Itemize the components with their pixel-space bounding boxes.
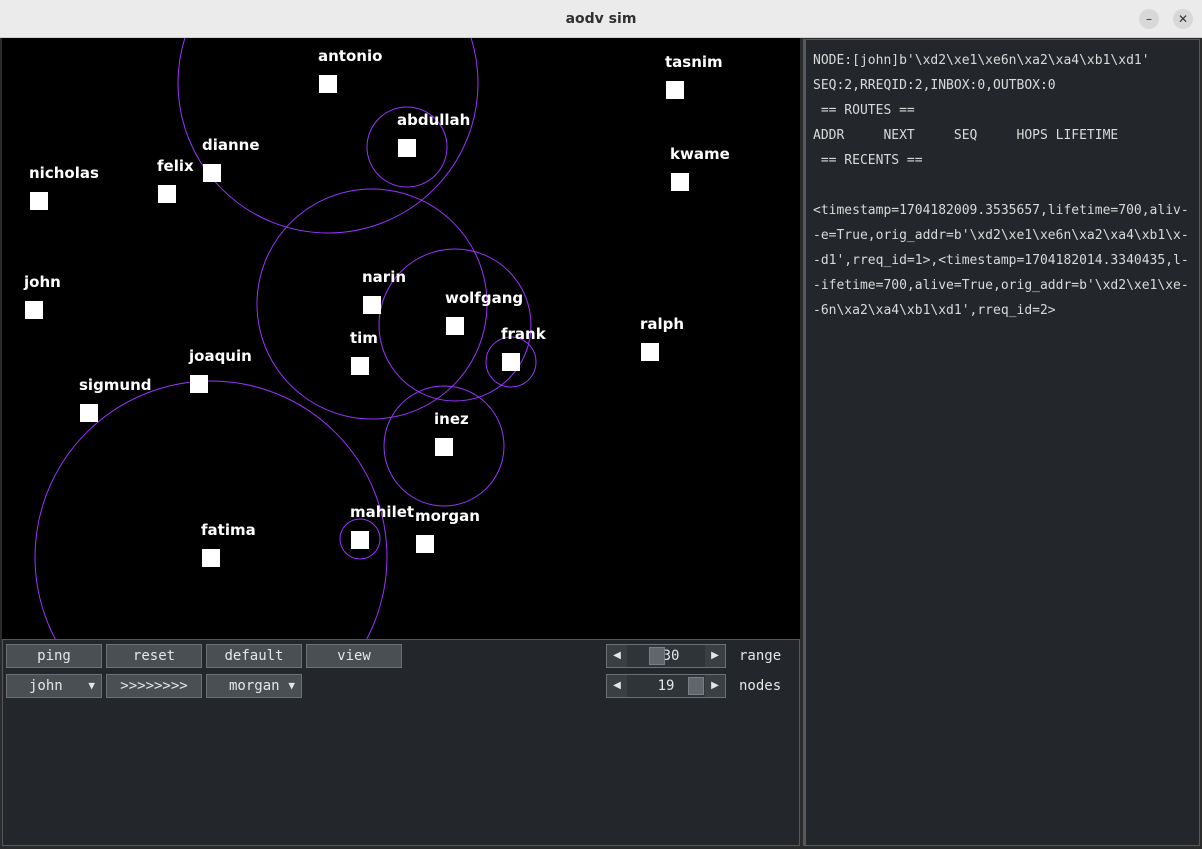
node-marker[interactable] (30, 192, 48, 210)
dest-node-select[interactable]: morgan ▼ (206, 674, 302, 698)
source-node-value: john (29, 678, 63, 694)
chevron-down-icon: ▼ (88, 679, 95, 692)
node-marker[interactable] (641, 343, 659, 361)
node-label: ralph (640, 315, 685, 333)
node-label: wolfgang (445, 289, 524, 307)
node-header: NODE:[john]b'\xd2\xe1\xe6n\xa2\xa4\xb1\x… (813, 53, 1150, 68)
node-marker[interactable] (398, 139, 416, 157)
routes-heading: == ROUTES == (813, 103, 915, 118)
minimize-icon[interactable]: – (1139, 9, 1159, 29)
node-marker[interactable] (190, 375, 208, 393)
range-slider[interactable]: ◀ 30 ▶ (606, 644, 726, 668)
dest-node-value: morgan (229, 678, 280, 694)
nodes-track[interactable]: 19 (627, 675, 705, 697)
window-title: aodv sim (565, 11, 637, 27)
close-icon[interactable]: ✕ (1173, 9, 1193, 29)
node-marker[interactable] (446, 317, 464, 335)
node-marker[interactable] (435, 438, 453, 456)
node-marker[interactable] (416, 535, 434, 553)
arrow-right-icon[interactable]: ▶ (705, 645, 725, 667)
nodes-slider[interactable]: ◀ 19 ▶ (606, 674, 726, 698)
node-label: frank (501, 325, 546, 343)
controls-panel: ping reset default view john ▼ >>>>>>>> … (2, 639, 800, 846)
node-marker[interactable] (666, 81, 684, 99)
nodes-thumb[interactable] (688, 677, 704, 695)
node-label: tim (350, 329, 378, 347)
node-marker[interactable] (363, 296, 381, 314)
node-info-panel: NODE:[john]b'\xd2\xe1\xe6n\xa2\xa4\xb1\x… (803, 39, 1200, 846)
node-stats: SEQ:2,RREQID:2,INBOX:0,OUTBOX:0 (813, 78, 1056, 93)
ping-button[interactable]: ping (6, 644, 102, 668)
node-label: kwame (670, 145, 730, 163)
arrow-left-icon[interactable]: ◀ (607, 675, 627, 697)
node-marker[interactable] (203, 164, 221, 182)
send-button[interactable]: >>>>>>>> (106, 674, 202, 698)
node-label: morgan (415, 507, 480, 525)
node-marker[interactable] (671, 173, 689, 191)
range-value: 30 (662, 648, 680, 664)
node-label: mahilet (350, 503, 415, 521)
default-button[interactable]: default (206, 644, 302, 668)
node-label: john (24, 273, 61, 291)
node-marker[interactable] (319, 75, 337, 93)
arrow-left-icon[interactable]: ◀ (607, 645, 627, 667)
node-marker[interactable] (502, 353, 520, 371)
node-marker[interactable] (158, 185, 176, 203)
source-node-select[interactable]: john ▼ (6, 674, 102, 698)
node-marker[interactable] (25, 301, 43, 319)
node-label: fatima (201, 521, 256, 539)
node-marker[interactable] (202, 549, 220, 567)
recents-line: <timestamp=1704182009.3535657,lifetime=7… (813, 203, 1189, 218)
recents-heading: == RECENTS == (813, 153, 923, 168)
range-thumb[interactable] (649, 647, 665, 665)
node-label: sigmund (79, 376, 152, 394)
recents-line: -ifetime=700,alive=True,orig_addr=b'\xd2… (813, 278, 1189, 293)
nodes-label: nodes (739, 678, 782, 694)
node-label: nicholas (29, 164, 99, 182)
chevron-down-icon: ▼ (288, 679, 295, 692)
arrow-right-icon[interactable]: ▶ (705, 675, 725, 697)
node-marker[interactable] (80, 404, 98, 422)
title-bar: aodv sim – ✕ (0, 0, 1202, 38)
node-marker[interactable] (351, 531, 369, 549)
node-label: antonio (318, 47, 383, 65)
node-label: dianne (202, 136, 260, 154)
recents-line: -e=True,orig_addr=b'\xd2\xe1\xe6n\xa2\xa… (813, 228, 1189, 243)
node-label: inez (434, 410, 469, 428)
simulation-canvas[interactable]: antonio tasnim abdullah dianne felix nic… (2, 38, 800, 639)
node-label: felix (157, 157, 194, 175)
routes-columns: ADDR NEXT SEQ HOPS LIFETIME (813, 128, 1119, 143)
recents-line: -6n\xa2\xa4\xb1\xd1',rreq_id=2> (813, 303, 1056, 318)
node-label: joaquin (189, 347, 252, 365)
range-label: range (739, 648, 782, 664)
recents-line: -d1',rreq_id=1>,<timestamp=1704182014.33… (813, 253, 1189, 268)
range-track[interactable]: 30 (627, 645, 705, 667)
node-marker[interactable] (351, 357, 369, 375)
node-label: abdullah (397, 111, 471, 129)
node-label: tasnim (665, 53, 723, 71)
node-label: narin (362, 268, 407, 286)
view-button[interactable]: view (306, 644, 402, 668)
reset-button[interactable]: reset (106, 644, 202, 668)
